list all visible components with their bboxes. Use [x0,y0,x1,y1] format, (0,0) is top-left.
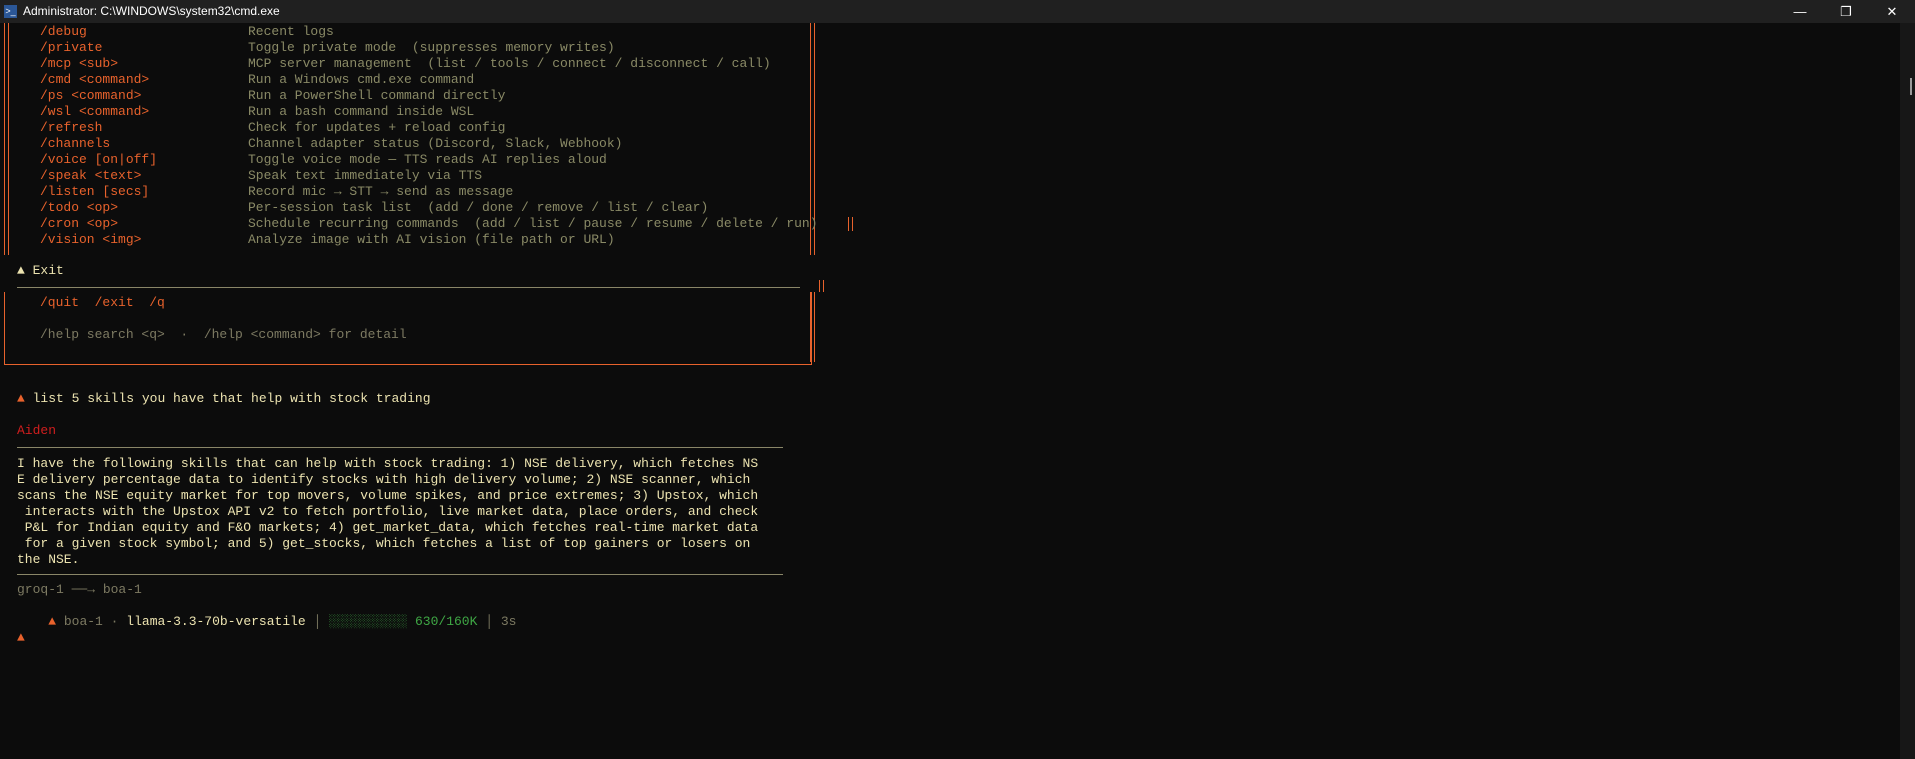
title-bar: >_ Administrator: C:\WINDOWS\system32\cm… [0,0,1915,23]
response-line: the NSE. [17,552,80,567]
response-line: scans the NSE equity market for top move… [17,488,759,503]
status-marker: ▲ [48,614,57,629]
powershell-icon: >_ [4,5,17,18]
user-message: ▲ list 5 skills you have that help with … [17,391,431,407]
help-command-description: Check for updates + reload config [248,120,506,135]
help-command-description: Speak text immediately via TTS [248,168,483,183]
exit-section-heading: ▲ Exit [17,263,64,279]
window-title: Administrator: C:\WINDOWS\system32\cmd.e… [23,4,280,18]
help-command-description: Toggle voice mode — TTS reads AI replies… [248,152,607,167]
help-command: /debug [40,24,87,39]
input-prompt[interactable]: ▲ [17,630,25,646]
close-button[interactable]: ✕ [1869,0,1915,23]
help-command-description: Record mic → STT → send as message [248,184,514,199]
model-name: llama-3.3-70b-versatile [126,614,306,629]
context-usage-bar: ░░░░░░░░░░ [329,614,408,629]
help-command-description: Run a PowerShell command directly [248,88,506,103]
separator: │ [485,614,494,629]
scrollbar-thumb[interactable] [1910,78,1912,95]
help-command: /refresh [40,120,103,135]
prompt-marker: ▲ [17,391,25,406]
exit-marker: ▲ [17,263,25,278]
help-command: /cmd <command> [40,72,150,87]
help-command-description: Per-session task list (add / done / remo… [248,200,709,215]
help-command-description: Toggle private mode (suppresses memory w… [248,40,615,55]
help-command: /listen [secs] [40,184,150,199]
help-box-border-left [4,23,9,255]
separator: · [110,614,119,629]
user-message-text: list 5 skills you have that help with st… [32,391,431,406]
help-command-description: Run a bash command inside WSL [248,104,475,119]
help-command: /wsl <command> [40,104,150,119]
help-footer: /help search <q> · /help <command> for d… [40,327,407,342]
response-line: P&L for Indian equity and F&O markets; 4… [17,520,759,535]
response-line: for a given stock symbol; and 5) get_sto… [17,536,751,551]
help-command: /vision <img> [40,232,142,247]
context-usage: 630/160K [415,614,478,629]
response-line: E delivery percentage data to identify s… [17,472,751,487]
help-command-description: Schedule recurring commands (add / list … [248,216,818,231]
help-command-description: Analyze image with AI vision (file path … [248,232,615,247]
exit-commands: /quit /exit /q [40,295,165,310]
routing-info: groq-1 ──→ boa-1 [17,582,142,597]
divider [17,447,783,448]
help-command-description: Recent logs [248,24,334,39]
help-command: /cron <op> [40,216,119,231]
separator: │ [313,614,322,629]
provider: boa-1 [63,614,103,629]
response-line: interacts with the Upstox API v2 to fetc… [17,504,759,519]
response-line: I have the following skills that can hel… [17,456,759,471]
help-box-border-fragment [819,280,824,292]
elapsed-time: 3s [500,614,517,629]
assistant-name: Aiden [17,423,57,438]
help-command-description: MCP server management (list / tools / co… [248,56,771,71]
exit-title: Exit [32,263,64,278]
terminal-output[interactable]: /debug Recent logs/private Toggle private … [0,23,1900,759]
divider [17,287,800,288]
help-box-border-right [810,292,815,362]
help-command: /voice [on|off] [40,152,158,167]
status-line: ▲ boa-1 · llama-3.3-70b-versatile │ ░░░░… [17,598,516,629]
help-command: /speak <text> [40,168,142,183]
scrollbar[interactable] [1900,23,1915,759]
help-command: /mcp <sub> [40,56,119,71]
divider [17,574,783,575]
minimize-button[interactable]: — [1777,0,1823,23]
help-command: /todo <op> [40,200,119,215]
help-command-description: Run a Windows cmd.exe command [248,72,475,87]
maximize-button[interactable]: ❐ [1823,0,1869,23]
help-command: /private [40,40,103,55]
help-command: /channels [40,136,111,151]
help-command-description: Channel adapter status (Discord, Slack, … [248,136,623,151]
help-box-border-fragment [848,217,853,231]
help-command: /ps <command> [40,88,142,103]
